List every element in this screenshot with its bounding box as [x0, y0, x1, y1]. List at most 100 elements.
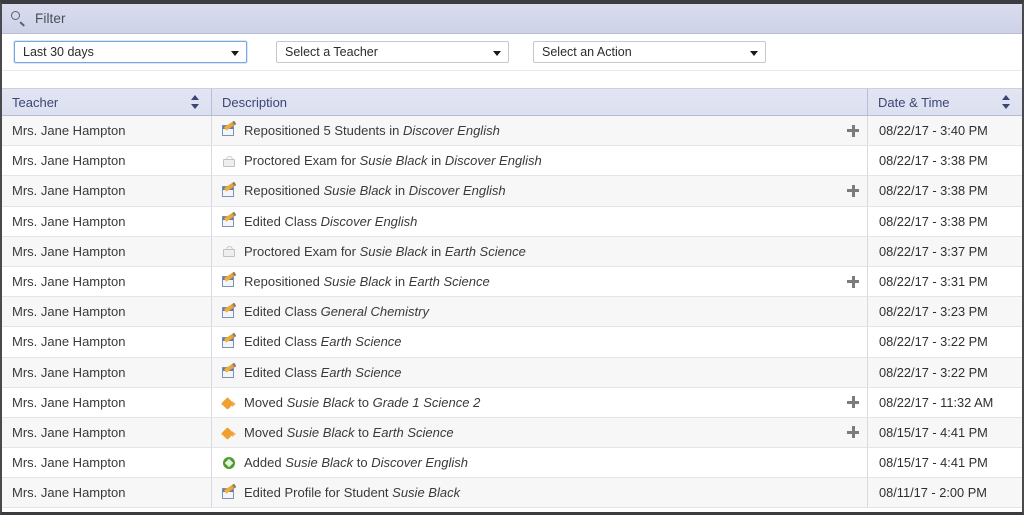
cell-datetime: 08/22/17 - 3:38 PM	[879, 213, 988, 229]
description-text: Edited Class Discover English	[244, 213, 418, 229]
cell-description: Proctored Exam for Susie Black in Discov…	[212, 146, 868, 176]
chevron-down-icon	[750, 51, 758, 56]
expand-row-icon[interactable]	[847, 275, 859, 288]
cell-datetime: 08/11/17 - 2:00 PM	[879, 485, 987, 501]
edit-icon	[222, 272, 244, 290]
edit-icon	[222, 211, 244, 229]
divider-strip	[2, 71, 1022, 89]
cell-teacher: Mrs. Jane Hampton	[2, 387, 212, 417]
cell-teacher: Mrs. Jane Hampton	[2, 297, 212, 327]
sort-toggle-icon[interactable]	[191, 95, 199, 109]
cell-description: Repositioned Susie Black in Discover Eng…	[212, 176, 868, 206]
cell-description: Added Susie Black to Discover English	[212, 448, 868, 478]
cell-datetime: 08/22/17 - 11:32 AM	[879, 394, 994, 410]
cell-description: Proctored Exam for Susie Black in Earth …	[212, 236, 868, 266]
table-row[interactable]: Mrs. Jane Hampton Added Susie Black to Di…	[2, 448, 1022, 479]
cell-datetime: 08/22/17 - 3:31 PM	[879, 274, 988, 290]
action-select[interactable]: Select an Action	[533, 41, 766, 63]
moved-icon	[221, 395, 244, 411]
teacher-select[interactable]: Select a Teacher	[276, 41, 509, 63]
edit-icon	[222, 302, 244, 320]
cell-datetime: 08/22/17 - 3:22 PM	[879, 364, 988, 380]
cell-teacher: Mrs. Jane Hampton	[2, 357, 212, 387]
table-row[interactable]: Mrs. Jane Hampton Edited Class Earth Scie…	[2, 327, 1022, 358]
cell-description: Edited Class Earth Science	[212, 327, 868, 357]
cell-teacher: Mrs. Jane Hampton	[2, 176, 212, 206]
column-header-description[interactable]: Description	[212, 89, 868, 115]
cell-description: Edited Profile for Student Susie Black	[212, 478, 868, 508]
search-icon	[11, 11, 26, 27]
table-row[interactable]: Mrs. Jane Hampton Edited Class Earth Scie…	[2, 357, 1022, 388]
sort-toggle-icon[interactable]	[1002, 95, 1010, 109]
cell-datetime: 08/22/17 - 3:38 PM	[879, 183, 988, 199]
description-text: Added Susie Black to Discover English	[244, 455, 469, 471]
exam-icon	[222, 153, 244, 169]
description-text: Moved Susie Black to Earth Science	[244, 424, 454, 440]
cell-teacher: Mrs. Jane Hampton	[2, 236, 212, 266]
table-row[interactable]: Mrs. Jane Hampton Edited Class General Ch…	[2, 297, 1022, 328]
table-row[interactable]: Mrs. Jane Hampton Proctored Exam for Susi…	[2, 146, 1022, 177]
filter-controls-row: Last 30 days Select a Teacher Select an …	[2, 34, 1022, 71]
activity-log-panel: Filter Last 30 days Select a Teacher Sel…	[0, 0, 1024, 515]
cell-teacher: Mrs. Jane Hampton	[2, 417, 212, 448]
description-text: Proctored Exam for Susie Black in Discov…	[244, 153, 542, 169]
description-text: Repositioned Susie Black in Earth Scienc…	[244, 274, 490, 290]
cell-datetime: 08/22/17 - 3:22 PM	[879, 334, 988, 350]
cell-teacher: Mrs. Jane Hampton	[2, 116, 212, 146]
description-text: Edited Class Earth Science	[244, 334, 402, 350]
description-text: Repositioned 5 Students in Discover Engl…	[244, 123, 500, 139]
description-text: Edited Profile for Student Susie Black	[244, 485, 461, 501]
table-row[interactable]: Mrs. Jane Hampton Repositioned Susie Blac…	[2, 266, 1022, 298]
expand-row-icon[interactable]	[847, 184, 859, 197]
cell-datetime: 08/22/17 - 3:37 PM	[879, 243, 988, 259]
date-range-select[interactable]: Last 30 days	[14, 41, 247, 63]
table-row[interactable]: Mrs. Jane Hampton Repositioned 5 Students…	[2, 116, 1022, 147]
added-icon	[222, 455, 244, 471]
table-row[interactable]: Mrs. Jane Hampton Edited Class Discover E…	[2, 206, 1022, 237]
table-row[interactable]: Mrs. Jane Hampton Proctored Exam for Susi…	[2, 236, 1022, 267]
table-row[interactable]: Mrs. Jane Hampton Repositioned Susie Blac…	[2, 176, 1022, 207]
cell-teacher: Mrs. Jane Hampton	[2, 448, 212, 478]
column-header-teacher-label: Teacher	[12, 94, 59, 110]
cell-description: Edited Class Earth Science	[212, 357, 868, 387]
table-row[interactable]: Mrs. Jane Hampton Moved Susie Black to Ea…	[2, 417, 1022, 449]
exam-icon	[222, 244, 244, 260]
cell-description: Moved Susie Black to Earth Science	[212, 417, 868, 448]
activity-table: Teacher Description Date & Time Mrs. Jan…	[2, 89, 1022, 509]
cell-teacher: Mrs. Jane Hampton	[2, 478, 212, 508]
expand-row-icon[interactable]	[847, 124, 859, 137]
description-text: Edited Class Earth Science	[244, 364, 402, 380]
cell-teacher: Mrs. Jane Hampton	[2, 206, 212, 236]
column-header-datetime[interactable]: Date & Time	[868, 89, 1022, 115]
teacher-select-value: Select a Teacher	[285, 45, 378, 59]
table-row[interactable]: Mrs. Jane Hampton Edited Profile for Stud…	[2, 478, 1022, 509]
cell-description: Moved Susie Black to Grade 1 Science 2	[212, 387, 868, 417]
table-header-row: Teacher Description Date & Time	[2, 89, 1022, 116]
description-text: Moved Susie Black to Grade 1 Science 2	[244, 394, 481, 410]
edit-icon	[222, 181, 244, 199]
cell-teacher: Mrs. Jane Hampton	[2, 146, 212, 176]
edit-icon	[222, 121, 244, 139]
column-header-teacher[interactable]: Teacher	[2, 89, 212, 115]
cell-datetime: 08/22/17 - 3:38 PM	[879, 153, 988, 169]
description-text: Edited Class General Chemistry	[244, 304, 429, 320]
chevron-down-icon	[493, 51, 501, 56]
description-text: Repositioned Susie Black in Discover Eng…	[244, 183, 506, 199]
edit-icon	[222, 332, 244, 350]
filter-label: Filter	[35, 11, 66, 26]
expand-row-icon[interactable]	[847, 396, 859, 409]
edit-icon	[222, 362, 244, 380]
cell-teacher: Mrs. Jane Hampton	[2, 266, 212, 297]
table-row[interactable]: Mrs. Jane Hampton Moved Susie Black to Gr…	[2, 387, 1022, 418]
filter-bar: Filter	[2, 4, 1022, 34]
description-text: Proctored Exam for Susie Black in Earth …	[244, 243, 526, 259]
expand-row-icon[interactable]	[847, 426, 859, 439]
action-select-value: Select an Action	[542, 45, 632, 59]
cell-datetime: 08/22/17 - 3:23 PM	[879, 304, 988, 320]
chevron-down-icon	[231, 51, 239, 56]
cell-description: Edited Class General Chemistry	[212, 297, 868, 327]
moved-icon	[221, 425, 244, 441]
cell-description: Repositioned Susie Black in Earth Scienc…	[212, 266, 868, 297]
cell-datetime: 08/15/17 - 4:41 PM	[879, 455, 988, 471]
cell-datetime: 08/15/17 - 4:41 PM	[879, 424, 988, 440]
